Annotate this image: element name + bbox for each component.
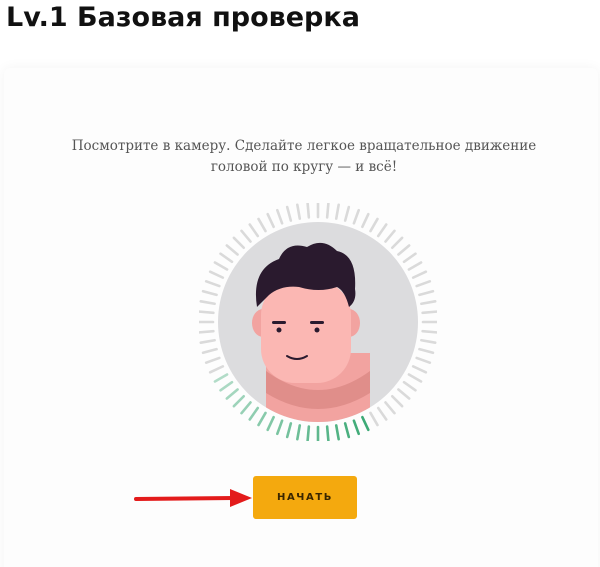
progress-tick (204, 356, 221, 365)
progress-tick (390, 394, 404, 408)
progress-tick (421, 310, 437, 315)
progress-tick (199, 338, 216, 344)
progress-tick (376, 223, 388, 238)
progress-tick (343, 205, 351, 222)
progress-tick (248, 406, 260, 421)
progress-tick (361, 212, 370, 229)
red-arrow-icon (134, 489, 252, 507)
progress-tick (352, 208, 361, 225)
progress-tick (275, 419, 284, 436)
progress-tick (232, 236, 246, 250)
progress-tick (334, 203, 340, 220)
progress-tick (411, 270, 428, 279)
progress-tick (376, 406, 388, 421)
progress-tick (306, 203, 311, 219)
instruction-text: Посмотрите в камеру. Сделайте легкое вра… (71, 138, 537, 175)
progress-tick (407, 373, 423, 383)
progress-tick (232, 394, 246, 408)
progress-tick (240, 229, 252, 243)
progress-tick (415, 356, 432, 365)
progress-tick (352, 419, 361, 436)
progress-tick (390, 236, 404, 250)
face-scanner (199, 203, 437, 441)
progress-tick (285, 205, 293, 222)
progress-tick (201, 289, 218, 297)
progress-tick (285, 422, 293, 439)
progress-tick (204, 279, 221, 288)
face-avatar-icon (218, 222, 418, 422)
progress-tick (219, 380, 234, 392)
progress-tick (213, 261, 229, 271)
progress-tick (397, 244, 411, 256)
progress-tick (225, 244, 239, 256)
progress-tick (296, 424, 302, 441)
progress-tick (361, 415, 370, 432)
progress-tick (343, 422, 351, 439)
progress-tick (418, 347, 435, 355)
progress-tick (415, 279, 432, 288)
progress-tick (420, 338, 437, 344)
progress-tick (402, 380, 417, 392)
progress-tick (325, 203, 330, 219)
progress-tick (384, 229, 396, 243)
progress-tick (420, 300, 437, 306)
progress-tick (296, 203, 302, 220)
progress-tick (248, 223, 260, 238)
progress-tick (334, 424, 340, 441)
progress-tick (199, 310, 215, 315)
progress-tick (421, 329, 437, 334)
progress-tick (208, 365, 225, 374)
progress-tick (275, 208, 284, 225)
progress-tick (266, 415, 275, 432)
progress-tick (257, 411, 267, 427)
progress-tick (325, 425, 330, 441)
progress-tick (418, 289, 435, 297)
progress-tick (199, 300, 216, 306)
progress-tick (402, 252, 417, 264)
progress-tick (219, 252, 234, 264)
progress-tick (213, 373, 229, 383)
progress-tick (397, 388, 411, 400)
progress-tick (257, 217, 267, 233)
start-button[interactable]: НАЧАТЬ (253, 476, 357, 519)
progress-tick (411, 365, 428, 374)
page-title: Lv.1 Базовая проверка (6, 2, 360, 33)
progress-tick (266, 212, 275, 229)
progress-tick (199, 329, 215, 334)
progress-tick (225, 388, 239, 400)
progress-tick (384, 401, 396, 415)
progress-tick (208, 270, 225, 279)
progress-tick (201, 347, 218, 355)
progress-tick (306, 425, 311, 441)
progress-tick (407, 261, 423, 271)
progress-tick (369, 217, 379, 233)
progress-tick (369, 411, 379, 427)
progress-tick (240, 401, 252, 415)
